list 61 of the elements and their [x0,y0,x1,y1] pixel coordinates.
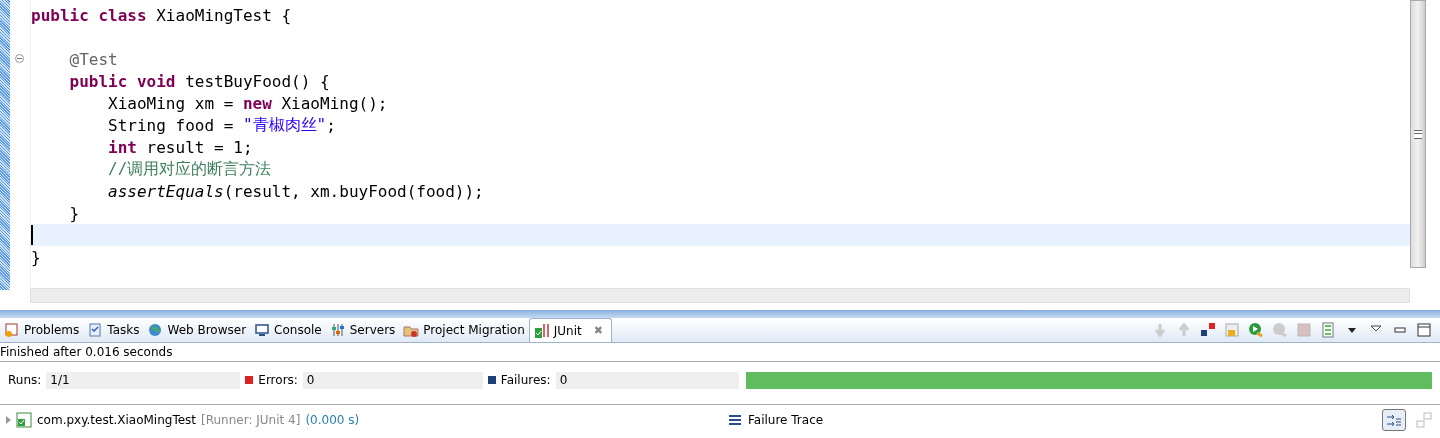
code-token: XiaoMing(); [280,93,388,113]
globe-icon [147,322,164,338]
counter-label: Runs: [8,373,42,387]
code-token: public void [68,71,176,91]
stop-icon[interactable] [1296,322,1312,338]
maximize-icon[interactable] [1416,322,1432,338]
code-token: ; [326,115,336,135]
arrow-up-icon[interactable] [1176,322,1192,338]
counter-label: Failures: [500,373,551,387]
error-icon [245,376,254,384]
text-cursor [31,225,33,245]
code-token: //调用对应的断言方法 [107,158,272,180]
view-tab[interactable]: Web Browser [143,318,251,342]
code-token: new [242,93,272,113]
code-token: String food = [107,115,235,135]
arrow-down-icon[interactable] [1152,322,1168,338]
status-text: Finished after 0.016 seconds [0,343,1440,362]
code-token: "青椒肉丝" [242,114,327,136]
test-time: (0.000 s) [305,413,360,427]
horizontal-scrollbar[interactable] [30,288,1410,303]
counter-label: Errors: [258,373,298,387]
expand-arrow[interactable] [6,416,11,424]
view-tab[interactable]: Console [250,318,326,342]
code-token: XiaoMing xm = [107,93,235,113]
close-icon[interactable]: ✖ [593,324,603,337]
counter-value: 1/1 [46,371,241,389]
code-token: int [107,137,137,157]
code-token: public class [31,5,147,25]
panel-title: Failure Trace [748,413,824,427]
code-token: } [31,247,41,267]
error-filter-icon[interactable] [1200,322,1216,338]
code-token: } [68,203,80,223]
warning-icon [4,322,20,338]
view-tab[interactable]: JUnit ✖ [528,318,612,342]
view-tab[interactable]: Servers [325,318,400,342]
monitor-icon [254,322,271,338]
list-icon [728,414,742,426]
view-tab[interactable]: Project Migration [399,318,529,342]
compare-icon[interactable] [1416,412,1432,428]
code-token: XiaoMingTest { [155,5,292,25]
test-name[interactable]: com.pxy.test.XiaoMingTest [37,413,197,427]
counter-value: 0 [302,371,483,389]
history-icon[interactable] [1320,322,1336,338]
runner-label: [Runner: JUnit 4] [201,413,301,427]
vertical-scrollbar[interactable] [1410,0,1426,268]
code-token: assertEquals [107,181,224,201]
filter-stack-button[interactable] [1382,409,1406,431]
counter-value: 0 [555,371,739,389]
failure-icon [487,376,496,384]
slider-icon [329,322,346,338]
check-icon [533,322,550,339]
code-token: @Test [68,49,118,69]
code-token: result = 1; [145,137,253,157]
filter-icon [1386,413,1402,427]
code-token: (result, xm.buyFood(food)); [223,181,484,201]
rerun-icon[interactable] [1248,322,1264,338]
test-suite-icon [16,412,32,428]
view-tab[interactable]: Problems [0,318,84,342]
code-token: testBuyFood() { [184,71,330,91]
checklist-icon [87,322,104,338]
view-tab[interactable]: Tasks [83,318,144,342]
